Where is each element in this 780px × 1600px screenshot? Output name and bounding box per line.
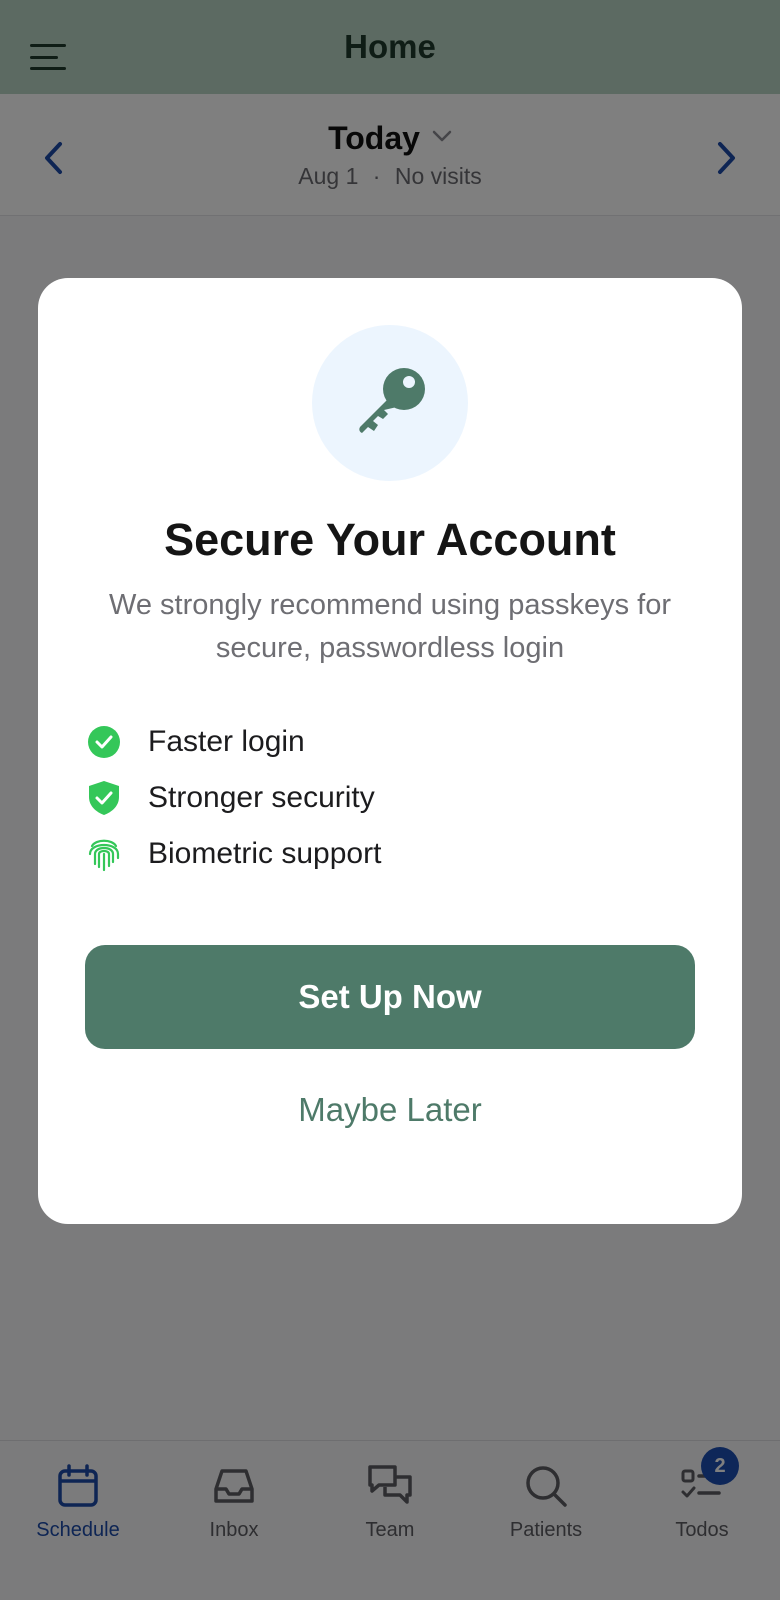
feature-item: Stronger security <box>86 770 686 826</box>
check-circle-icon <box>86 724 122 760</box>
passkey-modal: Secure Your Account We strongly recommen… <box>38 278 742 1224</box>
modal-title: Secure Your Account <box>164 514 616 565</box>
feature-label: Biometric support <box>148 837 382 870</box>
feature-item: Faster login <box>86 714 686 770</box>
feature-label: Faster login <box>148 725 305 758</box>
key-icon-container <box>312 325 468 481</box>
shield-check-icon <box>86 780 122 816</box>
set-up-now-button[interactable]: Set Up Now <box>85 945 695 1049</box>
fingerprint-icon <box>86 836 122 872</box>
modal-description: We strongly recommend using passkeys for… <box>109 589 671 664</box>
maybe-later-button[interactable]: Maybe Later <box>190 1080 590 1140</box>
feature-item: Biometric support <box>86 826 686 882</box>
feature-label: Stronger security <box>148 781 375 814</box>
feature-list: Faster login Stronger security Biometric… <box>86 714 686 882</box>
key-icon <box>359 368 425 433</box>
